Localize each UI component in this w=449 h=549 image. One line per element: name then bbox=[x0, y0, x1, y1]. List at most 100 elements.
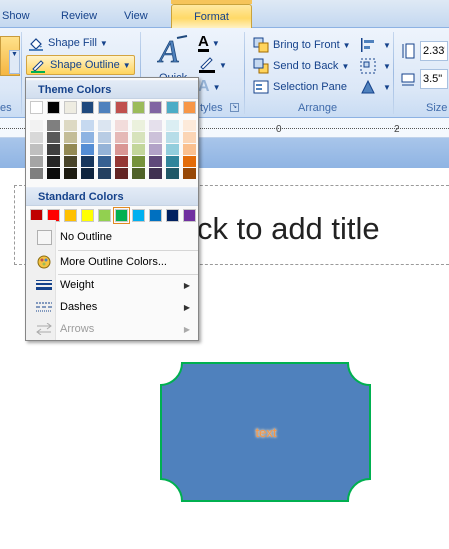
theme-shade-swatch[interactable] bbox=[166, 144, 179, 155]
theme-shade-swatch[interactable] bbox=[149, 156, 162, 167]
theme-shade-swatch[interactable] bbox=[47, 156, 60, 167]
dashes-item[interactable]: Dashes ▶ bbox=[26, 296, 198, 318]
theme-shade-swatch[interactable] bbox=[166, 168, 179, 179]
standard-color-swatch[interactable] bbox=[64, 209, 77, 222]
theme-color-swatch[interactable] bbox=[81, 101, 94, 114]
theme-shade-swatch[interactable] bbox=[64, 132, 77, 143]
theme-shade-swatch[interactable] bbox=[115, 156, 128, 167]
arrows-icon bbox=[32, 320, 56, 338]
send-to-back-button[interactable]: Send to Back ▼ bbox=[253, 56, 349, 76]
theme-color-swatch[interactable] bbox=[166, 101, 179, 114]
theme-shade-swatch[interactable] bbox=[132, 168, 145, 179]
theme-color-swatch[interactable] bbox=[115, 101, 128, 114]
theme-shade-swatch[interactable] bbox=[132, 132, 145, 143]
theme-colors-header: Theme Colors bbox=[26, 80, 198, 99]
selection-pane-button[interactable]: Selection Pane bbox=[253, 77, 347, 97]
theme-shade-swatch[interactable] bbox=[64, 120, 77, 131]
standard-color-swatch[interactable] bbox=[113, 207, 130, 224]
weight-item[interactable]: Weight ▶ bbox=[26, 274, 198, 296]
standard-color-swatch[interactable] bbox=[98, 209, 111, 222]
theme-shade-swatch[interactable] bbox=[166, 120, 179, 131]
theme-shade-swatch[interactable] bbox=[47, 120, 60, 131]
theme-shade-swatch[interactable] bbox=[132, 120, 145, 131]
theme-color-swatch[interactable] bbox=[47, 101, 60, 114]
theme-shade-swatch[interactable] bbox=[149, 132, 162, 143]
tab-format[interactable]: Format bbox=[171, 4, 252, 29]
theme-shade-swatch[interactable] bbox=[98, 144, 111, 155]
theme-shade-swatch[interactable] bbox=[30, 132, 43, 143]
title-placeholder-text[interactable]: ck to add title bbox=[197, 211, 380, 247]
theme-color-swatch[interactable] bbox=[183, 101, 196, 114]
standard-color-swatch[interactable] bbox=[149, 209, 162, 222]
theme-shade-swatch[interactable] bbox=[183, 132, 196, 143]
theme-shade-swatch[interactable] bbox=[81, 144, 94, 155]
group-button[interactable]: ▼ bbox=[360, 56, 391, 76]
theme-shade-swatch[interactable] bbox=[30, 156, 43, 167]
theme-shade-swatch[interactable] bbox=[64, 156, 77, 167]
theme-shade-swatch[interactable] bbox=[30, 168, 43, 179]
theme-shade-swatch[interactable] bbox=[149, 168, 162, 179]
theme-shade-swatch[interactable] bbox=[166, 132, 179, 143]
theme-shade-swatch[interactable] bbox=[81, 132, 94, 143]
theme-shade-swatch[interactable] bbox=[132, 156, 145, 167]
theme-shade-swatch[interactable] bbox=[115, 168, 128, 179]
theme-shade-swatch[interactable] bbox=[98, 132, 111, 143]
shape-height-field[interactable] bbox=[420, 41, 448, 61]
theme-shade-swatch[interactable] bbox=[81, 120, 94, 131]
no-outline-item[interactable]: No Outline bbox=[26, 226, 198, 248]
bring-to-front-button[interactable]: Bring to Front ▼ bbox=[253, 35, 351, 55]
theme-shade-swatch[interactable] bbox=[30, 120, 43, 131]
theme-shade-swatch[interactable] bbox=[64, 144, 77, 155]
tab-view[interactable]: View bbox=[124, 10, 148, 22]
theme-shade-swatch[interactable] bbox=[47, 168, 60, 179]
theme-shade-swatch[interactable] bbox=[149, 120, 162, 131]
shape-text[interactable]: text bbox=[160, 425, 372, 440]
standard-color-swatch[interactable] bbox=[183, 209, 196, 222]
theme-shade-swatch[interactable] bbox=[47, 132, 60, 143]
standard-color-swatch[interactable] bbox=[132, 209, 145, 222]
send-to-back-icon bbox=[253, 58, 269, 74]
rotate-button[interactable]: ▼ bbox=[360, 77, 391, 97]
theme-shade-swatch[interactable] bbox=[183, 120, 196, 131]
theme-shade-swatch[interactable] bbox=[166, 156, 179, 167]
theme-color-swatch[interactable] bbox=[64, 101, 77, 114]
shape-outline-button[interactable]: Shape Outline ▼ bbox=[26, 55, 135, 75]
theme-shade-swatch[interactable] bbox=[98, 156, 111, 167]
text-effects-button[interactable]: A ▼ bbox=[198, 77, 220, 97]
more-outline-colors-item[interactable]: More Outline Colors... bbox=[26, 251, 198, 273]
gallery-scroll[interactable]: ▼ bbox=[9, 50, 20, 74]
group-separator bbox=[244, 32, 245, 114]
theme-shade-swatch[interactable] bbox=[183, 144, 196, 155]
standard-color-swatch[interactable] bbox=[81, 209, 94, 222]
theme-shade-swatch[interactable] bbox=[98, 168, 111, 179]
theme-shade-swatch[interactable] bbox=[98, 120, 111, 131]
tab-review[interactable]: Review bbox=[61, 10, 97, 22]
theme-shade-swatch[interactable] bbox=[81, 168, 94, 179]
theme-shade-swatch[interactable] bbox=[132, 144, 145, 155]
theme-shade-swatch[interactable] bbox=[183, 156, 196, 167]
theme-color-swatch[interactable] bbox=[132, 101, 145, 114]
shape-width-field[interactable] bbox=[420, 69, 448, 89]
text-fill-button[interactable]: A ▼ bbox=[198, 33, 220, 53]
theme-color-swatch[interactable] bbox=[149, 101, 162, 114]
theme-shade-swatch[interactable] bbox=[47, 144, 60, 155]
align-button[interactable]: ▼ bbox=[360, 35, 391, 55]
text-outline-button[interactable]: ▼ bbox=[198, 55, 227, 75]
theme-shade-swatch[interactable] bbox=[115, 144, 128, 155]
standard-color-swatch[interactable] bbox=[166, 209, 179, 222]
theme-shade-swatch[interactable] bbox=[115, 132, 128, 143]
plaque-shape[interactable]: text bbox=[160, 362, 372, 502]
theme-shade-swatch[interactable] bbox=[149, 144, 162, 155]
theme-shade-swatch[interactable] bbox=[115, 120, 128, 131]
shape-fill-button[interactable]: Shape Fill ▼ bbox=[28, 33, 108, 53]
group-icon bbox=[360, 58, 376, 74]
tab-show[interactable]: Show bbox=[2, 10, 30, 22]
dialog-launcher-icon[interactable]: ↘ bbox=[230, 103, 239, 112]
theme-color-swatch[interactable] bbox=[98, 101, 111, 114]
theme-shade-swatch[interactable] bbox=[183, 168, 196, 179]
theme-color-swatch[interactable] bbox=[30, 101, 43, 114]
send-to-back-label: Send to Back bbox=[273, 60, 339, 72]
theme-shade-swatch[interactable] bbox=[64, 168, 77, 179]
theme-shade-swatch[interactable] bbox=[30, 144, 43, 155]
theme-shade-swatch[interactable] bbox=[81, 156, 94, 167]
